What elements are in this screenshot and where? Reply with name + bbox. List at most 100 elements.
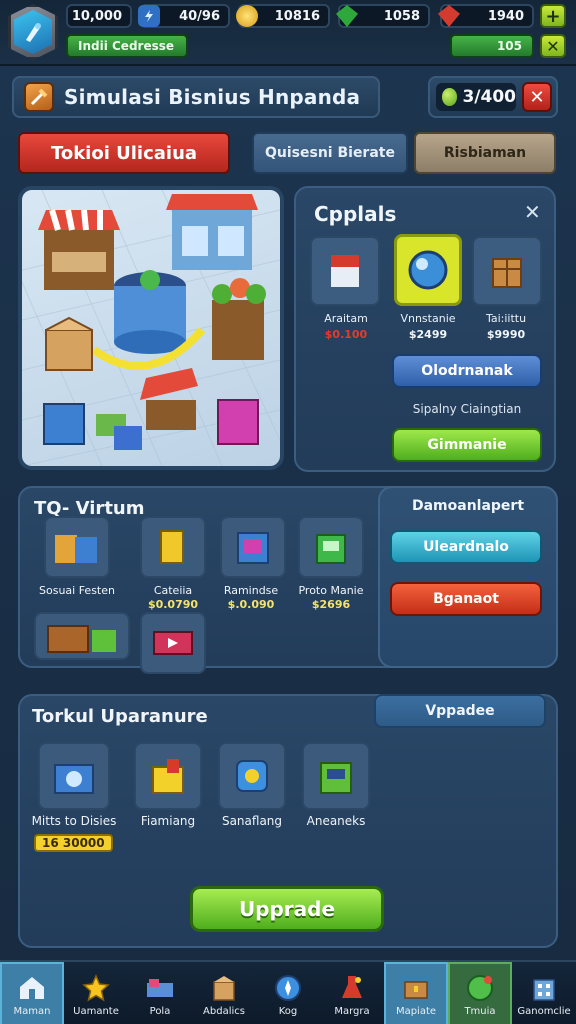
currency-value: 3/400 [462, 87, 516, 107]
upgrade-button[interactable]: Upprade [190, 886, 384, 932]
currency-display: 3/400 [436, 83, 516, 111]
cpplals-panel: Cpplals ✕ Araitam $0.100 Vnnstanie $2499… [294, 186, 556, 472]
globe-icon [464, 972, 496, 1004]
tv-icon [153, 631, 193, 655]
close-icon[interactable]: ✕ [540, 34, 566, 58]
red-gem-icon [438, 5, 460, 27]
shop-item-label: Sosuai Festen [39, 584, 115, 597]
red-crate-icon [331, 255, 359, 287]
bed-icon [144, 972, 176, 1004]
lightning-icon [138, 5, 160, 27]
upgrade-item-label: Aneaneks [306, 814, 366, 828]
blue-box-icon [54, 764, 94, 794]
top-bar: 10,000 40/96 10816 1058 1940 + Indii Ced… [0, 0, 576, 66]
shop-item-sosuai-festen[interactable] [44, 516, 110, 578]
green-machine-icon [316, 534, 346, 564]
resource-energy-value: 40/96 [179, 8, 220, 24]
shop-item-label: Cateiia [153, 584, 193, 597]
nav-item-abdalics[interactable]: Abdalics [192, 962, 256, 1024]
nav-item-kog[interactable]: Kog [256, 962, 320, 1024]
shop-floor-illustration [22, 190, 280, 466]
resource-rubies-value: 1940 [487, 8, 524, 24]
resource-gold: 10816 [236, 4, 330, 28]
item-label: Tai:iittu [485, 312, 527, 325]
shop-item-label: Proto Manie [298, 584, 364, 597]
home-icon [16, 972, 48, 1004]
shop-item-cateiia[interactable] [140, 516, 206, 578]
resource-rubies: 1940 [438, 4, 534, 28]
shop-item-label: Ramindse [223, 584, 279, 597]
item-price: $9990 [486, 328, 526, 341]
close-icon[interactable]: ✕ [524, 200, 541, 224]
page-title: Simulasi Bisnius Hnpanda [64, 85, 361, 109]
upgrade-tab[interactable]: Vppadee [374, 694, 546, 728]
resource-gold-value: 10816 [274, 8, 320, 24]
flask-icon [336, 972, 368, 1004]
tab-secondary[interactable]: Quisesni Bierate [252, 132, 408, 174]
olodrnanak-button[interactable]: Olodrnanak [392, 354, 542, 388]
upgrade-item-fiamiang[interactable] [134, 742, 202, 810]
star-icon [80, 972, 112, 1004]
green-bin-icon [152, 759, 184, 794]
page-title-bar: Simulasi Bisnius Hnpanda [12, 76, 380, 118]
nav-item-tmuia[interactable]: Tmuia [448, 962, 512, 1024]
item-card-taiiittu[interactable] [472, 236, 542, 306]
tab-tertiary[interactable]: Risbiaman [414, 132, 556, 174]
cpplals-title: Cpplals [314, 202, 397, 226]
desk-icon [47, 625, 116, 653]
chest-icon [400, 972, 432, 1004]
upgrade-item-aneaneks[interactable] [302, 742, 370, 810]
tab-primary[interactable]: Tokioi Ulicaiua [18, 132, 230, 174]
shop-item-price: $.0.090 [227, 598, 275, 611]
currency-box: 3/400 ✕ [428, 76, 558, 118]
profile-label[interactable]: Indii Cedresse [66, 34, 188, 58]
compass-icon [272, 972, 304, 1004]
tools-icon [24, 82, 54, 112]
upgrade-item-label: Mitts to Disies [31, 814, 117, 828]
upgrade-item-mitts[interactable] [38, 742, 110, 810]
blue-device-icon [236, 760, 268, 792]
item-card-vnnstanie[interactable] [394, 234, 462, 306]
shop-item-proto-manie[interactable] [298, 516, 364, 578]
nav-item-maman[interactable]: Maman [0, 962, 64, 1024]
resource-energy: 40/96 [138, 4, 230, 28]
building-icon [528, 972, 560, 1004]
level-indicator: 105 [450, 34, 534, 58]
item-card-araitam[interactable] [310, 236, 380, 306]
gold-coin-icon [236, 5, 258, 27]
uleardnalo-button[interactable]: Uleardnalo [390, 530, 542, 564]
leaf-icon [442, 88, 458, 106]
resource-gems-value: 1058 [383, 8, 420, 24]
damoanlapert-title: Damoanlapert [411, 498, 525, 514]
item-price: $2499 [408, 328, 448, 341]
damoanlapert-panel: Damoanlapert Uleardnalo Bganaot [378, 486, 558, 668]
nav-item-mapiate[interactable]: Mapiate [384, 962, 448, 1024]
item-price: $0.100 [324, 328, 368, 341]
nav-item-uamante[interactable]: Uamante [64, 962, 128, 1024]
shop-floor-scene[interactable] [18, 186, 284, 470]
upgrade-item-sanaflang[interactable] [218, 742, 286, 810]
bganaot-button[interactable]: Bganaot [390, 582, 542, 616]
nav-item-pola[interactable]: Pola [128, 962, 192, 1024]
close-button[interactable]: ✕ [522, 82, 552, 112]
resource-gems: 1058 [336, 4, 430, 28]
box-icon [208, 972, 240, 1004]
green-container-icon [320, 762, 352, 794]
cpplals-caption: Sipalny Ciaingtian [412, 402, 522, 416]
shop-item-tv[interactable] [140, 612, 206, 674]
resource-coins-value: 10,000 [71, 8, 122, 24]
item-label: Araitam [324, 312, 368, 325]
shop-item-ramindse[interactable] [220, 516, 286, 578]
nav-item-margra[interactable]: Margra [320, 962, 384, 1024]
gimmanie-button[interactable]: Gimmanie [392, 428, 542, 462]
bottom-nav: Maman Uamante Pola Abdalics Kog Margra M… [0, 960, 576, 1024]
display-case-icon [237, 532, 269, 564]
nav-item-ganomclie[interactable]: Ganomclie [512, 962, 576, 1024]
resource-coins: 10,000 [66, 4, 132, 28]
shop-item-desk[interactable] [34, 612, 130, 660]
shelves-icon [55, 535, 97, 563]
blue-orb-icon [408, 250, 448, 290]
add-currency-button[interactable]: + [540, 4, 566, 28]
price-badge: 16 30000 [34, 834, 113, 852]
green-gem-icon [336, 5, 358, 27]
